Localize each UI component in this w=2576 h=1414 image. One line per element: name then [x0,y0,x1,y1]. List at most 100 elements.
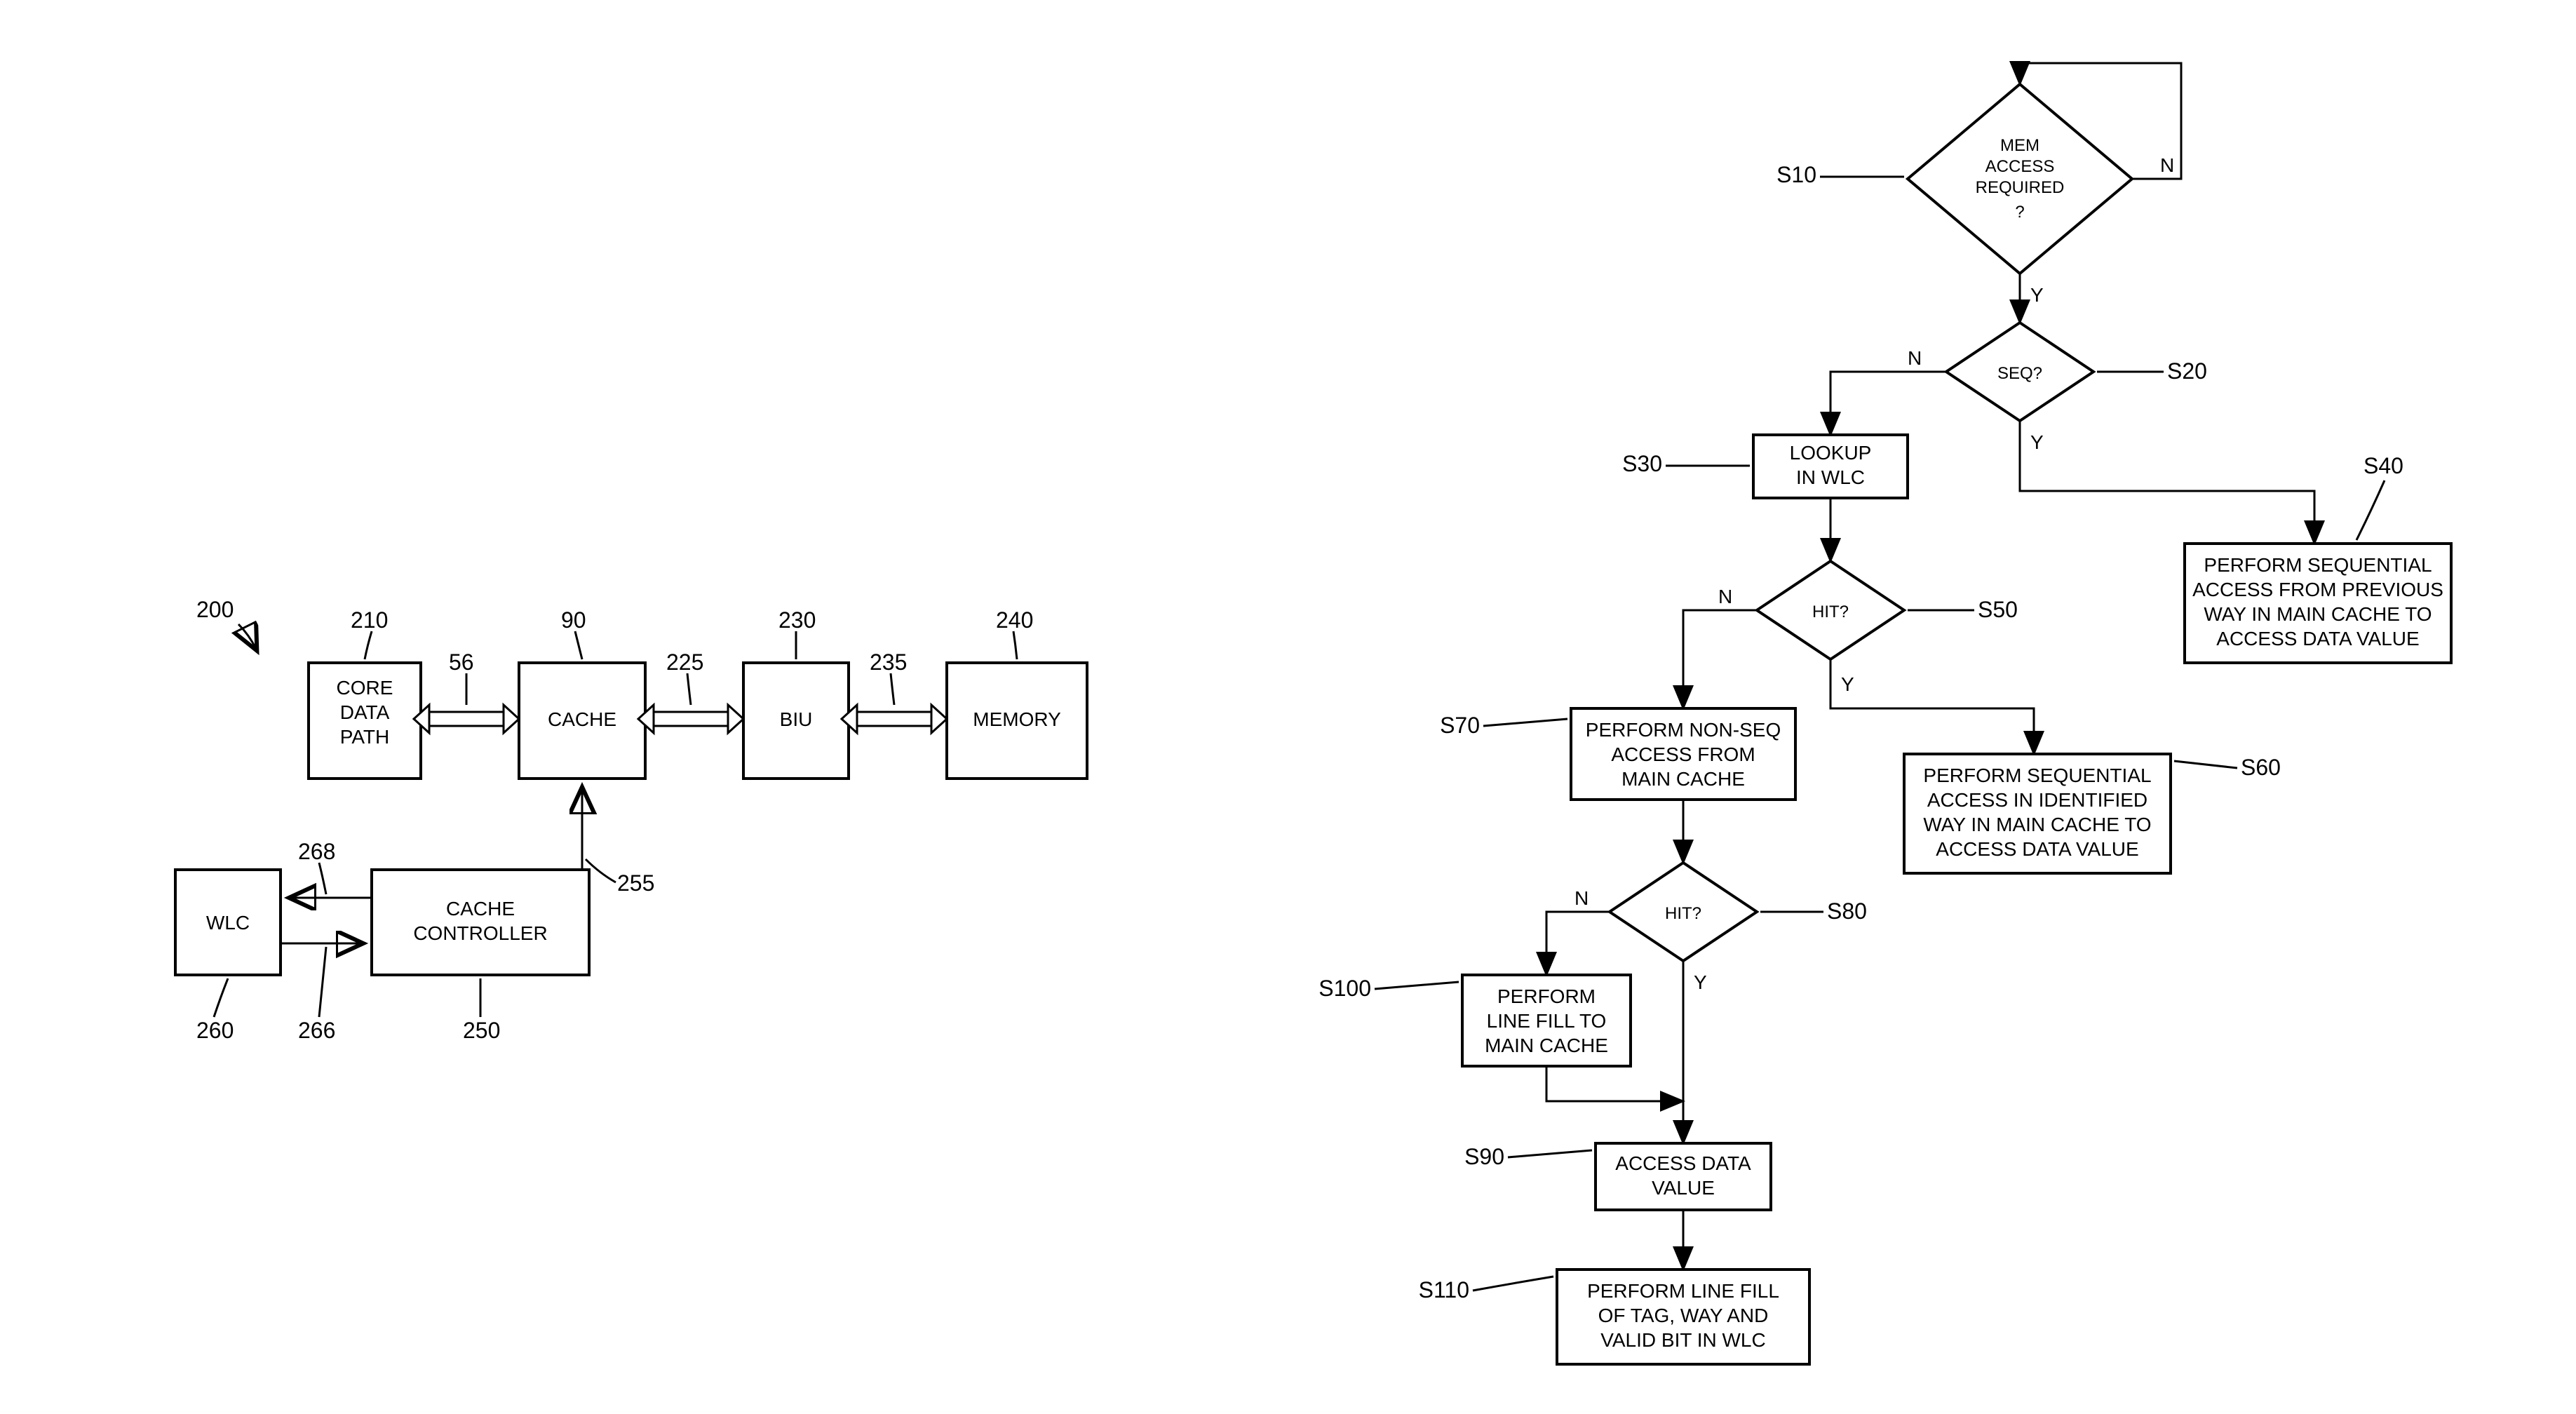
svg-text:S50: S50 [1978,597,2018,622]
svg-text:BIU: BIU [780,708,813,730]
svg-text:268: 268 [298,839,335,864]
svg-text:REQUIRED: REQUIRED [1976,178,2065,197]
s10-y-label: Y [2030,284,2044,306]
s20-decision: SEQ? S20 [1946,323,2207,421]
svg-text:OF TAG, WAY AND: OF TAG, WAY AND [1598,1305,1769,1326]
svg-text:S40: S40 [2363,453,2403,478]
svg-text:56: 56 [449,649,474,675]
svg-text:S20: S20 [2167,358,2207,384]
svg-text:ACCESS DATA: ACCESS DATA [1615,1152,1751,1174]
s80-to-s100 [1546,912,1610,975]
s50-to-s70 [1683,610,1757,708]
svg-text:PATH: PATH [340,726,390,748]
bus-56: 56 [414,649,519,733]
s40-block: PERFORM SEQUENTIAL ACCESS FROM PREVIOUS … [2185,453,2451,663]
svg-text:S10: S10 [1776,162,1816,187]
svg-text:PERFORM: PERFORM [1497,985,1596,1007]
s80-decision: HIT? S80 [1610,863,1867,961]
svg-text:260: 260 [196,1018,234,1043]
svg-text:250: 250 [463,1018,500,1043]
svg-text:LOOKUP: LOOKUP [1790,442,1872,464]
svg-text:CONTROLLER: CONTROLLER [413,922,547,944]
svg-text:S100: S100 [1319,976,1371,1001]
s70-block: PERFORM NON-SEQ ACCESS FROM MAIN CACHE S… [1440,708,1795,800]
s100-merge [1546,1066,1683,1101]
cache-block: CACHE 90 [519,607,645,779]
bus-235: 235 [842,649,947,733]
svg-text:LINE FILL TO: LINE FILL TO [1487,1010,1607,1032]
s50-y-label: Y [1841,673,1854,695]
biu-block: BIU 230 [743,607,849,779]
controller-to-cache: 255 [582,789,654,896]
svg-text:S80: S80 [1827,898,1867,924]
svg-text:?: ? [2015,203,2024,222]
svg-text:PERFORM NON-SEQ: PERFORM NON-SEQ [1586,719,1781,741]
svg-text:WAY IN MAIN CACHE TO: WAY IN MAIN CACHE TO [2204,603,2432,625]
ref-200: 200 [196,597,234,622]
svg-text:CACHE: CACHE [548,708,616,730]
leader-210 [365,631,372,659]
cache-controller-block: CACHE CONTROLLER 250 [372,870,589,1043]
s60-block: PERFORM SEQUENTIAL ACCESS IN IDENTIFIED … [1904,754,2281,873]
s100-block: PERFORM LINE FILL TO MAIN CACHE S100 [1319,975,1631,1066]
s110-block: PERFORM LINE FILL OF TAG, WAY AND VALID … [1419,1270,1809,1364]
wlc-controller-arrows: 268 266 [281,839,372,1043]
s80-y-label: Y [1694,971,1707,993]
svg-text:240: 240 [996,607,1033,633]
svg-text:ACCESS: ACCESS [1985,157,2055,176]
svg-text:S70: S70 [1440,713,1480,738]
svg-text:WLC: WLC [206,912,250,934]
svg-text:210: 210 [351,607,388,633]
svg-text:ACCESS DATA VALUE: ACCESS DATA VALUE [1936,838,2138,860]
flowchart: MEM ACCESS REQUIRED ? S10 N Y SEQ? S20 N… [1319,63,2451,1364]
s20-y-label: Y [2030,431,2044,453]
svg-text:PERFORM LINE FILL: PERFORM LINE FILL [1587,1280,1779,1302]
svg-text:S90: S90 [1464,1144,1504,1169]
svg-text:PERFORM SEQUENTIAL: PERFORM SEQUENTIAL [1923,765,2151,786]
svg-text:CACHE: CACHE [446,898,515,920]
svg-text:VALUE: VALUE [1652,1177,1715,1199]
s20-to-s30 [1830,372,1946,435]
svg-text:ACCESS IN IDENTIFIED: ACCESS IN IDENTIFIED [1927,789,2147,811]
svg-text:WAY IN MAIN CACHE TO: WAY IN MAIN CACHE TO [1923,814,2151,835]
svg-text:ACCESS FROM PREVIOUS: ACCESS FROM PREVIOUS [2192,579,2443,600]
svg-text:HIT?: HIT? [1812,602,1849,621]
svg-text:ACCESS FROM: ACCESS FROM [1611,743,1755,765]
svg-text:ACCESS DATA VALUE: ACCESS DATA VALUE [2216,628,2419,649]
svg-text:225: 225 [666,649,703,675]
svg-text:SEQ?: SEQ? [1997,364,2042,383]
svg-text:MEMORY: MEMORY [973,708,1061,730]
svg-text:IN WLC: IN WLC [1796,466,1865,488]
block-diagram: 200 CORE DATA PATH 210 56 CACHE 90 [175,597,1087,1043]
svg-text:MEM: MEM [2000,136,2039,155]
s10-decision: MEM ACCESS REQUIRED ? S10 [1776,84,2132,274]
memory-block: MEMORY 240 [947,607,1087,779]
svg-text:VALID BIT IN WLC: VALID BIT IN WLC [1600,1329,1765,1351]
s50-decision: HIT? S50 [1757,561,2018,659]
s20-n-label: N [1908,347,1922,369]
svg-text:DATA: DATA [340,701,390,723]
s50-to-s60 [1830,659,2034,754]
svg-text:MAIN CACHE: MAIN CACHE [1485,1035,1608,1056]
wlc-block: WLC 260 [175,870,281,1043]
svg-text:266: 266 [298,1018,335,1043]
s10-n-label: N [2160,154,2174,176]
svg-text:CORE: CORE [337,677,393,699]
svg-text:PERFORM SEQUENTIAL: PERFORM SEQUENTIAL [2204,554,2432,576]
svg-text:255: 255 [617,870,654,896]
svg-text:235: 235 [870,649,907,675]
svg-text:230: 230 [778,607,816,633]
s90-block: ACCESS DATA VALUE S90 [1464,1143,1771,1210]
s80-n-label: N [1574,887,1589,909]
svg-text:MAIN CACHE: MAIN CACHE [1621,768,1745,790]
s50-n-label: N [1718,586,1732,607]
core-data-path-block: CORE DATA PATH 210 [309,607,421,779]
svg-text:S60: S60 [2241,755,2281,780]
s20-to-s40 [2020,421,2314,544]
bus-225: 225 [638,649,743,733]
svg-text:90: 90 [561,607,586,633]
svg-text:S110: S110 [1419,1277,1469,1302]
s30-block: LOOKUP IN WLC S30 [1622,435,1908,498]
svg-text:S30: S30 [1622,451,1662,476]
ref-arrow-200 [238,624,256,649]
